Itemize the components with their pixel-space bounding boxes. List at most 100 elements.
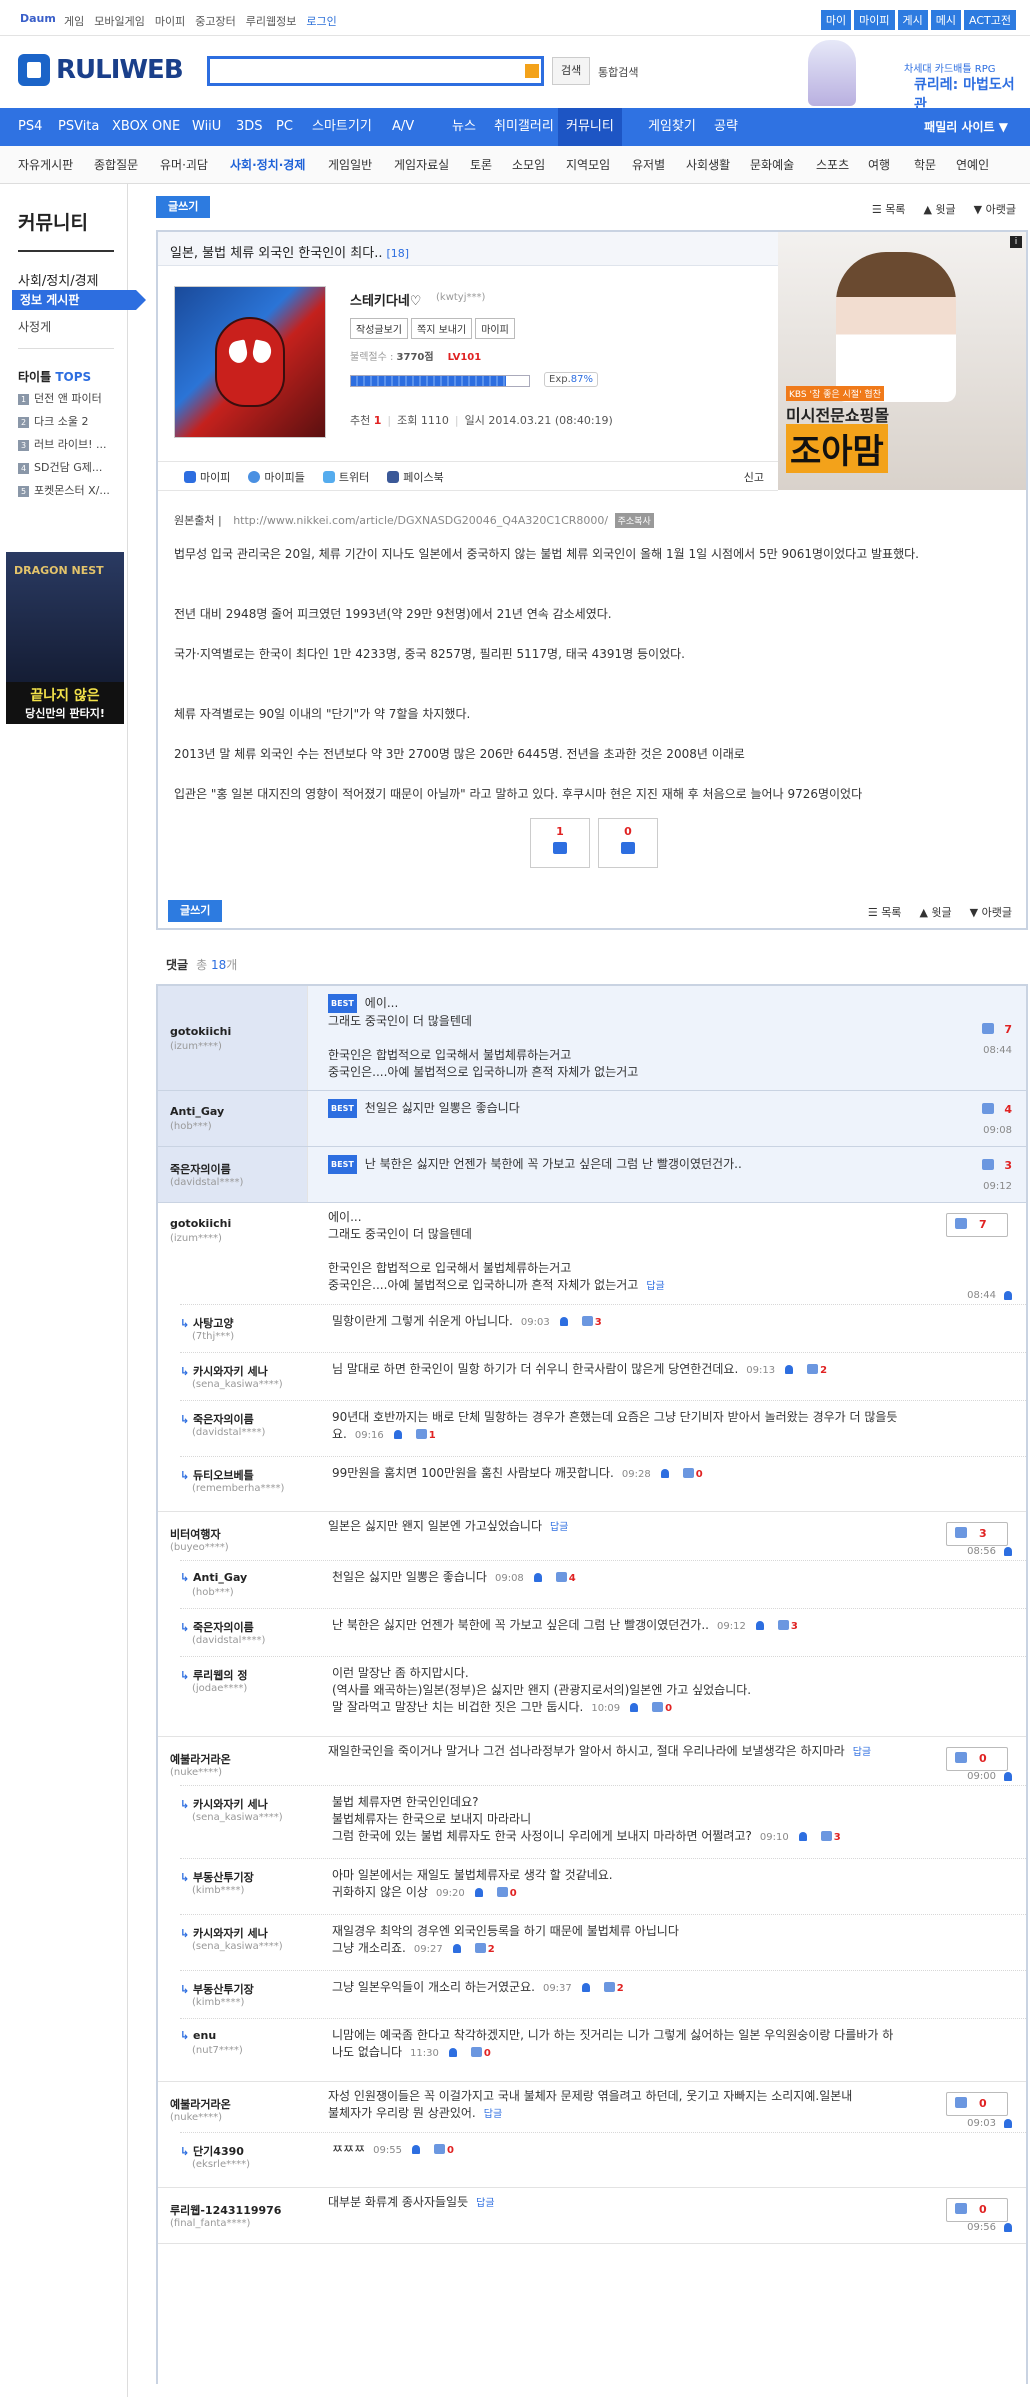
thumbs-up-icon[interactable] — [682, 1468, 694, 1478]
share-mypeople[interactable]: 마이피들 — [248, 471, 305, 484]
top-right-link[interactable]: ACT고전 — [964, 10, 1016, 30]
tops-item[interactable]: 4 SD건담 G제... — [18, 459, 118, 482]
tops-item[interactable]: 2 다크 소울 2 — [18, 413, 118, 436]
nav-guide[interactable]: 공략 — [714, 108, 738, 146]
share-facebook[interactable]: 페이스북 — [387, 471, 444, 484]
sidebar-ad-banner[interactable]: DRAGON NEST 끝나지 않은 당신만의 판타지! — [6, 552, 124, 724]
comment-author[interactable]: Anti_Gay — [170, 1105, 224, 1118]
subnav-item[interactable]: 소모임 — [512, 146, 545, 184]
top-right-link[interactable]: 마이 — [820, 10, 852, 30]
author-name[interactable]: 스테키다네♡ — [350, 290, 421, 309]
comment-author[interactable]: 루리웹-1243119976 — [170, 2202, 281, 2218]
comment-author[interactable]: 예불라거라온 — [170, 2096, 231, 2112]
nav-gallery[interactable]: 취미갤러리 — [494, 108, 554, 146]
notify-icon[interactable] — [660, 1469, 669, 1478]
top-right-link[interactable]: 메시 — [930, 10, 962, 30]
reply-author[interactable]: 죽은자의이름 — [180, 1411, 254, 1427]
header-ad[interactable]: 차세대 카드배틀 RPG 큐리레: 마법도서관 — [800, 36, 1020, 113]
like-count[interactable]: 4 — [982, 1103, 1012, 1116]
subnav-item[interactable]: 사회생활 — [686, 146, 730, 184]
integrated-search-link[interactable]: 통합검색 — [598, 64, 638, 80]
like-count[interactable]: 7 — [982, 1022, 1012, 1036]
top-link-info[interactable]: 루리웹정보 — [246, 15, 297, 28]
subnav-item-selected[interactable]: 사회·정치·경제 — [230, 146, 305, 184]
subnav-item[interactable]: 종합질문 — [94, 146, 138, 184]
mypi-button[interactable]: 마이피 — [475, 318, 515, 339]
thumbs-up-icon[interactable] — [603, 1982, 615, 1992]
write-button[interactable]: 글쓰기 — [156, 196, 211, 218]
notify-icon[interactable] — [785, 1365, 794, 1374]
login-link[interactable]: 로그인 — [306, 15, 336, 28]
subnav-item[interactable]: 유머·괴담 — [160, 146, 208, 184]
notify-icon[interactable] — [411, 2145, 420, 2154]
subnav-item[interactable]: 게임일반 — [328, 146, 372, 184]
notify-icon[interactable] — [755, 1621, 764, 1630]
top-link-market[interactable]: 중고장터 — [195, 15, 235, 28]
reply-link[interactable]: 답글 — [550, 1522, 568, 1533]
reply-author[interactable]: 사탕고양 — [180, 1315, 233, 1331]
nav-psvita[interactable]: PSVita — [58, 108, 99, 146]
thumbs-up-icon[interactable] — [581, 1316, 593, 1326]
reply-author[interactable]: Anti_Gay — [180, 1571, 247, 1584]
subnav-item[interactable]: 토론 — [470, 146, 492, 184]
nav-ps4[interactable]: PS4 — [18, 108, 42, 146]
like-button[interactable]: 0 — [946, 2092, 1008, 2116]
subnav-item[interactable]: 스포츠 — [816, 146, 849, 184]
notify-icon[interactable] — [474, 1888, 483, 1897]
like-button[interactable]: 0 — [946, 2198, 1008, 2222]
list-button[interactable]: ☰ 목록 — [872, 203, 906, 216]
thumbs-up-icon[interactable] — [555, 1572, 567, 1582]
thumbs-up-icon[interactable] — [777, 1620, 789, 1630]
nav-smart[interactable]: 스마트기기 — [312, 108, 372, 146]
notify-icon[interactable] — [798, 1832, 807, 1841]
search-input[interactable] — [207, 56, 544, 86]
thumbs-up-icon[interactable] — [415, 1429, 427, 1439]
nav-gamefind[interactable]: 게임찾기 — [648, 108, 696, 146]
nav-3ds[interactable]: 3DS — [236, 108, 263, 146]
comment-author[interactable]: gotokiichi — [170, 1217, 231, 1230]
reply-author[interactable]: 단기4390 — [180, 2143, 244, 2159]
notify-icon[interactable] — [452, 1944, 461, 1953]
reply-author[interactable]: 루리웹의 정 — [180, 1667, 247, 1683]
tops-item[interactable]: 5 포켓몬스터 X/... — [18, 482, 118, 505]
thumbs-up-icon[interactable] — [496, 1887, 508, 1897]
notify-icon[interactable] — [1004, 1291, 1012, 1300]
top-right-link[interactable]: 게시 — [897, 10, 928, 30]
report-button[interactable]: 신고 — [744, 469, 764, 485]
like-button[interactable]: 3 — [946, 1522, 1008, 1546]
comment-author[interactable]: gotokiichi — [170, 1025, 231, 1038]
reply-author[interactable]: enu — [180, 2029, 216, 2042]
reply-author[interactable]: 카시와자키 세나 — [180, 1796, 268, 1812]
write-button-bottom[interactable]: 글쓰기 — [168, 900, 223, 922]
comment-author[interactable]: 비터여행자 — [170, 1526, 221, 1542]
reply-author[interactable]: 부동산투기장 — [180, 1981, 254, 1997]
family-site-dropdown[interactable]: 패밀리 사이트 ▼ — [924, 108, 1008, 146]
thumbs-up-icon[interactable] — [470, 2047, 482, 2057]
subnav-item[interactable]: 자유게시판 — [18, 146, 73, 184]
sidebar-item-info-board[interactable]: 정보 게시판 — [12, 290, 146, 310]
reply-link[interactable]: 답글 — [646, 1281, 664, 1292]
top-link-game[interactable]: 게임 — [64, 15, 84, 28]
subnav-item[interactable]: 연예인 — [956, 146, 989, 184]
next-button[interactable]: ▼ 아랫글 — [970, 906, 1012, 919]
next-button[interactable]: ▼ 아랫글 — [974, 203, 1016, 216]
notify-icon[interactable] — [1004, 2223, 1012, 2232]
nav-av[interactable]: A/V — [392, 108, 414, 146]
vote-down-button[interactable]: 0 — [598, 818, 658, 868]
share-mypi[interactable]: 마이피 — [184, 471, 230, 484]
post-ad-banner[interactable]: i KBS '참 좋은 시절' 협찬 미시전문쇼핑몰 조아맘 — [778, 232, 1026, 490]
subnav-item[interactable]: 게임자료실 — [394, 146, 449, 184]
reply-link[interactable]: 답글 — [853, 1747, 871, 1758]
reply-author[interactable]: 듀티오브베틀 — [180, 1467, 254, 1483]
subnav-item[interactable]: 학문 — [914, 146, 936, 184]
reply-author[interactable]: 죽은자의이름 — [180, 1619, 254, 1635]
send-message-button[interactable]: 쪽지 보내기 — [411, 318, 473, 339]
notify-icon[interactable] — [448, 2048, 457, 2057]
subnav-item[interactable]: 유저별 — [632, 146, 665, 184]
close-icon[interactable]: i — [1010, 236, 1022, 248]
thumbs-up-icon[interactable] — [807, 1364, 819, 1374]
thumbs-up-icon[interactable] — [820, 1831, 832, 1841]
reply-link[interactable]: 답글 — [476, 2198, 494, 2209]
search-icon[interactable] — [525, 64, 539, 78]
notify-icon[interactable] — [1004, 1772, 1012, 1781]
